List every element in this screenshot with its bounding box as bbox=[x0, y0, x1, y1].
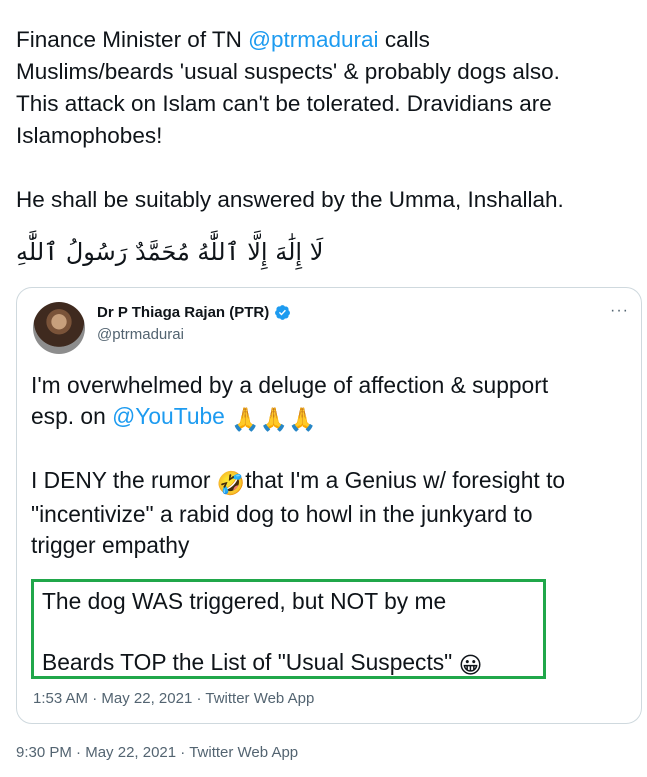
tweet-line: He shall be suitably answered by the Umm… bbox=[16, 187, 564, 212]
tweet-date[interactable]: May 22, 2021 bbox=[85, 744, 176, 761]
tweet-line: Islamophobes! bbox=[16, 123, 163, 148]
quote-line: I'm overwhelmed by a deluge of affection… bbox=[31, 372, 549, 398]
meta-separator: · bbox=[88, 690, 102, 707]
meta-separator: · bbox=[176, 744, 190, 761]
quoted-tweet-source: Twitter Web App bbox=[205, 690, 315, 707]
quoted-tweet-card[interactable]: Dr P Thiaga Rajan (PTR) @ptrmadurai ··· … bbox=[16, 287, 642, 724]
quoted-tweet-time[interactable]: 1:53 AM bbox=[33, 690, 88, 707]
quote-line: I DENY the rumor 🤣that I'm a Genius w/ f… bbox=[31, 465, 621, 499]
highlight-text-fragment: Beards TOP the List of "Usual Suspects" bbox=[42, 649, 459, 675]
avatar[interactable] bbox=[33, 302, 85, 354]
quoted-tweet-date[interactable]: May 22, 2021 bbox=[101, 690, 192, 707]
arabic-text: لَا إِلَٰهَ إِلَّا ٱللَّٰهُ مُحَمَّدٌ رَ… bbox=[16, 238, 324, 266]
tweet-time[interactable]: 9:30 PM bbox=[16, 744, 72, 761]
tweet-line: This attack on Islam can't be tolerated.… bbox=[16, 91, 552, 116]
quote-text-fragment: that I'm a Genius w/ foresight to bbox=[245, 467, 566, 493]
meta-separator: · bbox=[71, 744, 86, 761]
quote-line: "incentivize" a rabid dog to howl in the… bbox=[31, 501, 533, 527]
tweet-text: Finance Minister of TN @ptrmadurai calls… bbox=[16, 24, 641, 216]
quoted-tweet-text: I'm overwhelmed by a deluge of affection… bbox=[31, 370, 621, 561]
tweet-text-fragment: Finance Minister of TN bbox=[16, 27, 249, 52]
mention-link[interactable]: @YouTube bbox=[112, 403, 225, 429]
rolling-laughing-emoji-icon: 🤣 bbox=[216, 470, 246, 496]
quote-text-fragment: I DENY the rumor bbox=[31, 467, 217, 493]
quote-line: trigger empathy bbox=[31, 532, 190, 558]
more-options-icon[interactable]: ··· bbox=[610, 302, 629, 320]
quote-line: esp. on @YouTube 🙏🙏🙏 bbox=[31, 401, 621, 435]
quote-text-fragment: esp. on bbox=[31, 403, 113, 429]
highlight-line: Beards TOP the List of "Usual Suspects" … bbox=[42, 647, 543, 681]
author-name[interactable]: Dr P Thiaga Rajan (PTR) bbox=[97, 304, 269, 321]
quoted-author-row: Dr P Thiaga Rajan (PTR) bbox=[97, 304, 291, 321]
tweet-source: Twitter Web App bbox=[189, 744, 299, 761]
grinning-face-emoji-icon: 😀 bbox=[458, 652, 483, 678]
highlighted-text-box: The dog WAS triggered, but NOT by me Bea… bbox=[31, 579, 546, 679]
tweet-line: Finance Minister of TN @ptrmadurai calls bbox=[16, 24, 641, 56]
mention-link[interactable]: @ptrmadurai bbox=[248, 27, 378, 52]
tweet-line: Muslims/beards 'usual suspects' & probab… bbox=[16, 59, 560, 84]
tweet-text-fragment: calls bbox=[378, 27, 430, 52]
meta-separator: · bbox=[192, 690, 206, 707]
author-handle[interactable]: @ptrmadurai bbox=[97, 326, 184, 343]
verified-badge-icon bbox=[275, 305, 291, 320]
tweet-meta: 9:30 PM · May 22, 2021 · Twitter Web App bbox=[16, 744, 298, 761]
highlight-line: The dog WAS triggered, but NOT by me bbox=[42, 588, 447, 614]
quoted-tweet-meta: 1:53 AM · May 22, 2021 · Twitter Web App bbox=[33, 690, 314, 707]
folded-hands-emoji-icon: 🙏🙏🙏 bbox=[231, 406, 317, 432]
